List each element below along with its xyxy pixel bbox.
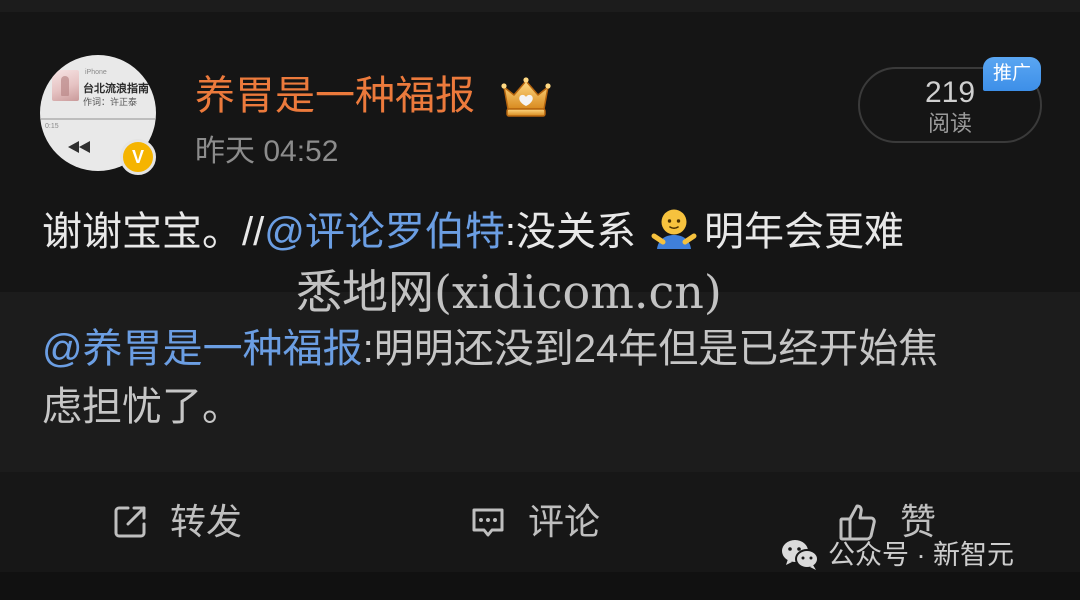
verified-v-icon: V [120, 139, 156, 175]
promo-tag: 推广 [983, 57, 1041, 91]
repost-text-line-1: :明明还没到24年但是已经开始焦 [362, 327, 939, 371]
avatar-song-title: 台北流浪指南 [83, 83, 149, 95]
share-button[interactable]: 转发 [110, 496, 242, 548]
avatar-lyricist: 作词：许正泰 [83, 97, 138, 107]
bottom-strip [0, 572, 1080, 600]
comment-button[interactable]: 评论 [468, 496, 600, 548]
repost-mention-link[interactable]: @养胃是一种福报 [42, 327, 363, 371]
author-name[interactable]: 养胃是一种福报 [195, 72, 475, 120]
share-icon [114, 506, 146, 538]
body-mention-link[interactable]: @评论罗伯特 [264, 210, 505, 254]
comment-label: 评论 [528, 501, 601, 542]
top-divider [0, 0, 1080, 12]
comment-icon [472, 508, 504, 537]
share-label: 转发 [170, 501, 243, 542]
repost-text-line-2: 虑担忧了。 [42, 385, 242, 429]
wechat-watermark: 公众号 · 新智元 [780, 535, 1060, 575]
crown-icon [501, 77, 551, 117]
verified-badge-text: V [131, 146, 144, 167]
album-cover-image [52, 70, 79, 101]
avatar-device-label: iPhone [85, 69, 107, 76]
post-timestamp[interactable]: 昨天 04:52 [195, 134, 338, 170]
rewind-icon [68, 141, 90, 153]
wechat-icon [782, 540, 819, 570]
open-arms-person-emoji-icon [651, 209, 697, 249]
body-text-after-emoji: 明年会更难 [703, 210, 904, 254]
repost-line-1: @养胃是一种福报:明明还没到24年但是已经开始焦 [42, 320, 1042, 378]
post-body: 谢谢宝宝。//@评论罗伯特:没关系 明年会更难 [42, 204, 1042, 260]
site-watermark: 悉地网(xidicom.cn) [296, 265, 722, 319]
wechat-watermark-text: 公众号 · 新智元 [828, 540, 1014, 570]
body-lead-text: 谢谢宝宝。// [42, 210, 265, 254]
avatar-elapsed-time: 0:15 [45, 123, 59, 130]
body-text-before-emoji: :没关系 [504, 210, 636, 254]
avatar-progress-bar [40, 118, 156, 120]
read-count-label: 阅读 [927, 111, 972, 136]
